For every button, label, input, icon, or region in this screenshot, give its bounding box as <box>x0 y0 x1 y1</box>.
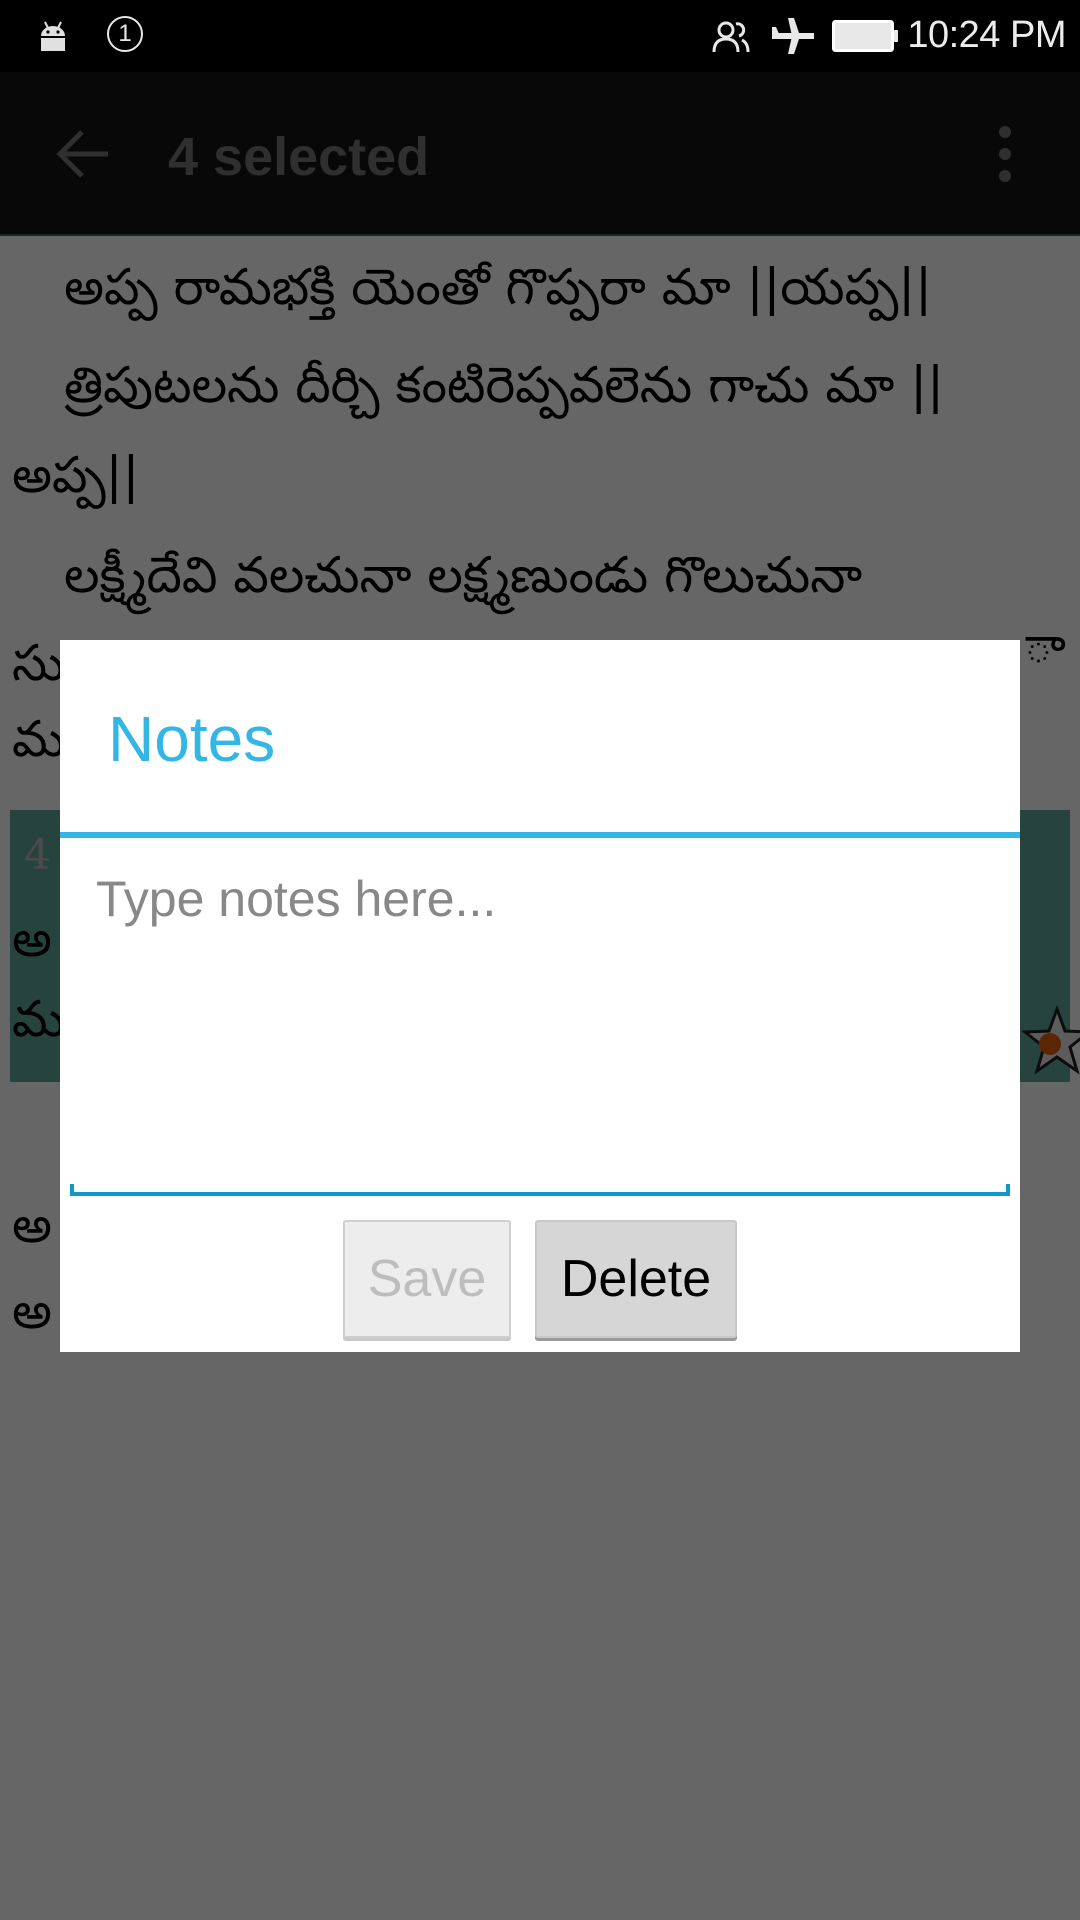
airplane-mode-icon <box>772 18 814 54</box>
save-button[interactable]: Save <box>343 1220 511 1338</box>
notes-input[interactable] <box>70 864 1008 1194</box>
title-divider <box>60 832 1020 838</box>
android-icon <box>41 21 65 51</box>
clock: 10:24 PM <box>907 14 1066 56</box>
battery-icon <box>832 20 898 52</box>
notes-dialog: Notes Save Delete <box>60 640 1020 1352</box>
contacts-icon <box>712 21 750 53</box>
status-bar: 1 10:24 PM <box>0 0 1080 72</box>
notification-count: 1 <box>118 20 132 47</box>
delete-button[interactable]: Delete <box>535 1220 737 1338</box>
input-underline <box>70 1184 1010 1196</box>
notification-count-icon: 1 <box>107 16 143 52</box>
dialog-title: Notes <box>108 703 276 775</box>
